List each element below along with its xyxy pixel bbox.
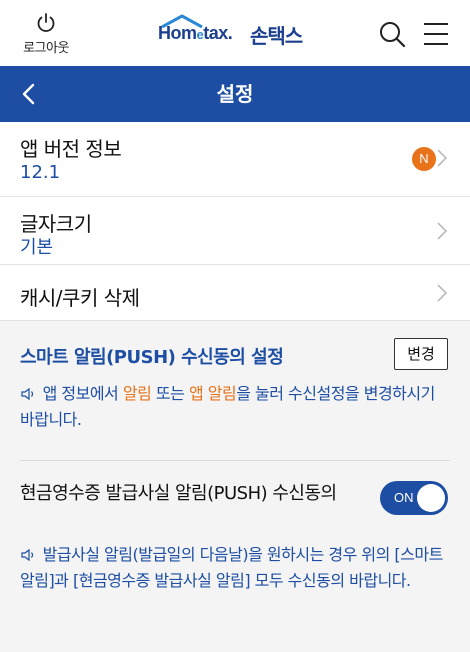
chevron-right-icon	[437, 149, 448, 167]
app-version-value: 12.1	[20, 162, 61, 183]
chevron-right-icon	[437, 284, 448, 302]
search-icon	[380, 22, 406, 48]
push-section-title: 스마트 알림(PUSH) 수신동의 설정	[20, 347, 284, 368]
logo-en-part: Hom	[158, 23, 197, 43]
top-bar: 로그아웃 Hometax. 손택스	[0, 0, 470, 66]
menu-button[interactable]	[422, 20, 450, 48]
logout-button[interactable]: 로그아웃	[18, 12, 74, 56]
logout-label: 로그아웃	[23, 41, 69, 56]
new-badge: N	[412, 147, 436, 171]
font-size-row[interactable]: 글자크기 기본	[0, 197, 470, 265]
hometax-logo[interactable]: Hometax. 손택스	[158, 14, 318, 48]
logo-text-ko: 손택스	[250, 24, 303, 48]
note-highlight-app-alarm: 앱 알림	[188, 384, 237, 403]
note-text-2: 또는	[151, 384, 189, 403]
toggle-label: ON	[394, 490, 414, 505]
cache-delete-row[interactable]: 캐시/쿠키 삭제	[0, 265, 470, 321]
page-header: 설정	[0, 66, 470, 122]
font-size-value: 기본	[20, 237, 54, 258]
power-icon	[37, 13, 55, 32]
chevron-right-icon	[437, 222, 448, 240]
cash-receipt-note: 발급사실 알림(발급일의 다음날)을 원하시는 경우 위의 [스마트 알림]과 …	[20, 542, 450, 594]
change-button[interactable]: 변경	[394, 338, 448, 370]
section-divider	[20, 460, 450, 461]
push-settings-section: 스마트 알림(PUSH) 수신동의 설정 변경 앱 정보에서 알림 또는 앱 알…	[0, 321, 470, 652]
app-version-row[interactable]: 앱 버전 정보 12.1 N	[0, 122, 470, 197]
page-title: 설정	[216, 82, 254, 106]
cash-receipt-push-title: 현금영수증 발급사실 알림(PUSH) 수신동의	[20, 483, 337, 504]
note2-text: 발급사실 알림(발급일의 다음날)을 원하시는 경우 위의 [스마트 알림]과 …	[20, 545, 443, 590]
speaker-icon	[21, 548, 34, 562]
back-button[interactable]	[16, 80, 44, 108]
cash-receipt-push-toggle[interactable]: ON	[380, 481, 448, 515]
app-version-title: 앱 버전 정보	[20, 137, 122, 161]
menu-icon	[424, 23, 448, 45]
search-button[interactable]	[378, 20, 406, 48]
speaker-icon	[21, 387, 34, 401]
push-note: 앱 정보에서 알림 또는 앱 알림을 눌러 수신설정을 변경하시기 바랍니다.	[20, 381, 450, 433]
logo-en-tail: tax.	[203, 23, 233, 43]
logo-text-en: Hometax.	[158, 23, 233, 44]
note-highlight-alarm: 알림	[122, 384, 152, 403]
cache-delete-title: 캐시/쿠키 삭제	[20, 286, 140, 310]
back-icon	[22, 83, 35, 105]
toggle-knob	[417, 484, 445, 512]
note-text-1: 앱 정보에서	[42, 384, 123, 403]
